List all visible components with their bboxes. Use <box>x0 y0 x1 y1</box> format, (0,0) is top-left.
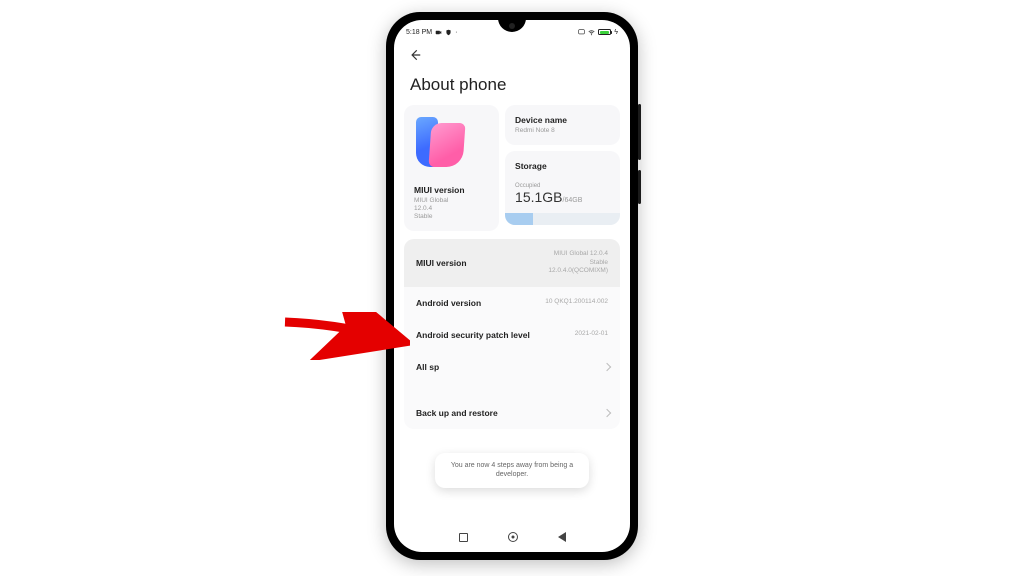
navigation-bar <box>394 526 630 548</box>
cast-icon <box>578 29 585 36</box>
chevron-right-icon <box>603 362 611 370</box>
status-time: 5:18 PM <box>406 29 432 36</box>
storage-total: /64GB <box>563 197 583 204</box>
back-arrow-icon <box>408 48 422 62</box>
row-android-value: 10 QKQ1.200114.002 <box>545 298 608 306</box>
back-button[interactable] <box>394 40 630 67</box>
miui-card-value: MIUI Global 12.0.4 Stable <box>414 197 489 221</box>
row-miui-version[interactable]: MIUI version MIUI Global 12.0.4 Stable 1… <box>404 239 620 286</box>
row-backup-label: Back up and restore <box>416 408 498 418</box>
storage-bar-fill <box>505 213 533 225</box>
callout-arrow <box>280 312 410 365</box>
page-title: About phone <box>394 67 630 105</box>
row-android-version[interactable]: Android version 10 QKQ1.200114.002 <box>404 287 620 319</box>
battery-icon <box>598 29 611 35</box>
row-patch-value: 2021-02-01 <box>575 330 608 338</box>
row-patch-label: Android security patch level <box>416 330 530 340</box>
miui-card-label: MIUI version <box>414 185 489 195</box>
shield-icon <box>445 29 452 36</box>
device-name-value: Redmi Note 8 <box>515 127 610 135</box>
wifi-icon <box>588 29 595 36</box>
phone-frame: 5:18 PM · ϟ <box>386 12 638 560</box>
camera-icon <box>435 29 442 36</box>
row-security-patch[interactable]: Android security patch level 2021-02-01 <box>404 319 620 351</box>
storage-bar <box>505 213 620 225</box>
row-allspecs-label: All sp <box>416 362 439 372</box>
chevron-right-icon <box>603 408 611 416</box>
row-android-label: Android version <box>416 298 481 308</box>
device-name-label: Device name <box>515 115 610 125</box>
miui-version-card[interactable]: MIUI version MIUI Global 12.0.4 Stable <box>404 105 499 231</box>
row-miui-label: MIUI version <box>416 258 467 268</box>
developer-toast: You are now 4 steps away from being a de… <box>435 453 589 488</box>
recents-button[interactable] <box>459 533 468 542</box>
power-button <box>638 170 641 204</box>
more-icon: · <box>455 29 462 36</box>
device-name-card[interactable]: Device name Redmi Note 8 <box>505 105 620 145</box>
storage-used: 15.1GB <box>515 189 562 205</box>
screen: 5:18 PM · ϟ <box>394 20 630 552</box>
charging-icon: ϟ <box>614 29 618 36</box>
storage-label: Storage <box>515 161 610 171</box>
miui-logo-icon <box>416 117 468 169</box>
row-all-specs[interactable]: All sp <box>404 351 620 383</box>
row-backup-restore[interactable]: Back up and restore <box>404 397 620 429</box>
storage-card[interactable]: Storage Occupied 15.1GB/64GB <box>505 151 620 225</box>
row-miui-value: MIUI Global 12.0.4 Stable 12.0.4.0(QCOMI… <box>548 250 608 275</box>
volume-button <box>638 104 641 160</box>
home-button[interactable] <box>508 532 518 542</box>
back-nav-button[interactable] <box>558 532 566 542</box>
